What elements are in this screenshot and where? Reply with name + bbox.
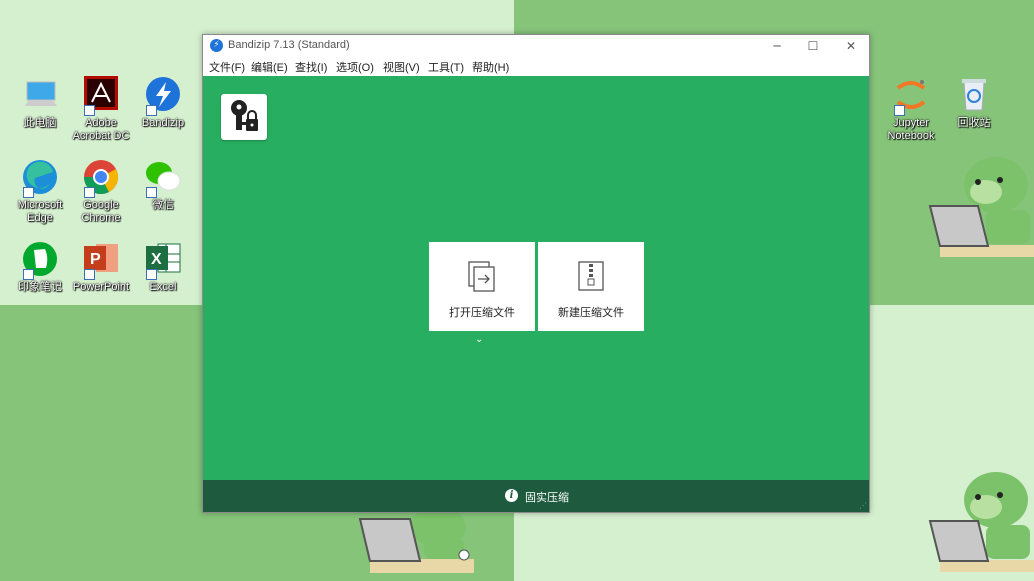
desktop-icon-evernote[interactable]: 印象笔记 [9,240,71,294]
desktop-icon-bandizip[interactable]: Bandizip [132,76,194,130]
desktop-icon-label: 印象笔记 [18,281,62,293]
desktop-icon-label: PowerPoint [72,281,130,293]
open-archive-button[interactable]: 打开压缩文件 [429,242,535,331]
svg-text:X: X [151,251,162,268]
desktop-icon-edge[interactable]: Microsoft Edge [9,158,71,225]
title-bar[interactable]: ⚡ Bandizip 7.13 (Standard) ─ ☐ ✕ [203,35,869,57]
menu-edit[interactable]: 编辑(E) [251,59,288,75]
dinosaur-illustration [928,472,1034,572]
menu-help[interactable]: 帮助(H) [472,59,509,75]
bandizip-window: ⚡ Bandizip 7.13 (Standard) ─ ☐ ✕ 文件(F) 编… [202,34,870,513]
evernote-icon [21,240,59,280]
desktop-icon-label: 微信 [152,199,174,211]
status-text: 固实压缩 [525,491,569,504]
password-manager-button[interactable] [221,94,267,140]
dinosaur-illustration [358,507,474,573]
jupyter-icon [892,76,930,116]
desktop-icon-wechat[interactable]: 微信 [132,158,194,212]
desktop-icon-label: Google Chrome [81,199,121,224]
desktop-icon-excel[interactable]: X Excel [132,240,194,294]
menu-view[interactable]: 视图(V) [383,59,420,75]
main-panel: 打开压缩文件 新建压缩文件 ⌄ [203,76,869,480]
new-archive-button[interactable]: 新建压缩文件 [538,242,644,331]
chevron-down-icon[interactable]: ⌄ [475,334,483,345]
desktop-icon-label: 回收站 [957,117,991,129]
desktop-icon-chrome[interactable]: Google Chrome [70,158,132,225]
resize-grip-icon[interactable]: ⋰ [859,502,867,510]
computer-icon [21,76,59,114]
minimize-button[interactable]: ─ [759,35,795,57]
desktop-icon-recycle-bin[interactable]: 回收站 [943,76,1005,130]
menu-tools[interactable]: 工具(T) [428,59,464,75]
chrome-icon [82,158,120,198]
bandizip-icon [144,76,182,116]
bandizip-app-icon: ⚡ [210,39,223,52]
svg-text:P: P [90,251,101,268]
maximize-button[interactable]: ☐ [795,35,831,57]
menu-find[interactable]: 查找(I) [295,59,327,75]
menu-file[interactable]: 文件(F) [209,59,245,75]
open-archive-label: 打开压缩文件 [449,306,515,319]
recycle-bin-icon [955,76,993,114]
desktop-icon-label: Jupyter Notebook [887,117,935,142]
wechat-icon [144,158,182,198]
status-bar: i 固实压缩 ⋰ [203,480,869,512]
open-archive-icon [468,261,495,292]
desktop-icon-label: Bandizip [141,117,185,129]
window-title: Bandizip 7.13 (Standard) [228,39,350,51]
desktop-icon-label: 此电脑 [23,117,57,129]
menu-options[interactable]: 选项(O) [336,59,374,75]
menu-bar: 文件(F) 编辑(E) 查找(I) 选项(O) 视图(V) 工具(T) 帮助(H… [203,57,869,75]
desktop-icon-label: Adobe Acrobat DC [72,117,130,142]
desktop-icon-powerpoint[interactable]: P PowerPoint [70,240,132,294]
desktop-icon-acrobat[interactable]: Adobe Acrobat DC [70,76,132,143]
dinosaur-illustration [928,157,1034,257]
desktop-icon-label: Microsoft Edge [17,199,63,224]
close-button[interactable]: ✕ [833,35,869,57]
acrobat-icon [82,76,120,116]
info-icon: i [505,489,518,502]
key-lock-icon [231,100,258,131]
desktop-icon-label: Excel [149,281,177,293]
desktop-icon-jupyter[interactable]: Jupyter Notebook [880,76,942,143]
edge-icon [21,158,59,198]
excel-icon: X [144,240,182,280]
new-archive-icon [578,261,604,291]
new-archive-label: 新建压缩文件 [558,306,624,319]
powerpoint-icon: P [82,240,120,280]
desktop-icon-this-pc[interactable]: 此电脑 [9,76,71,130]
